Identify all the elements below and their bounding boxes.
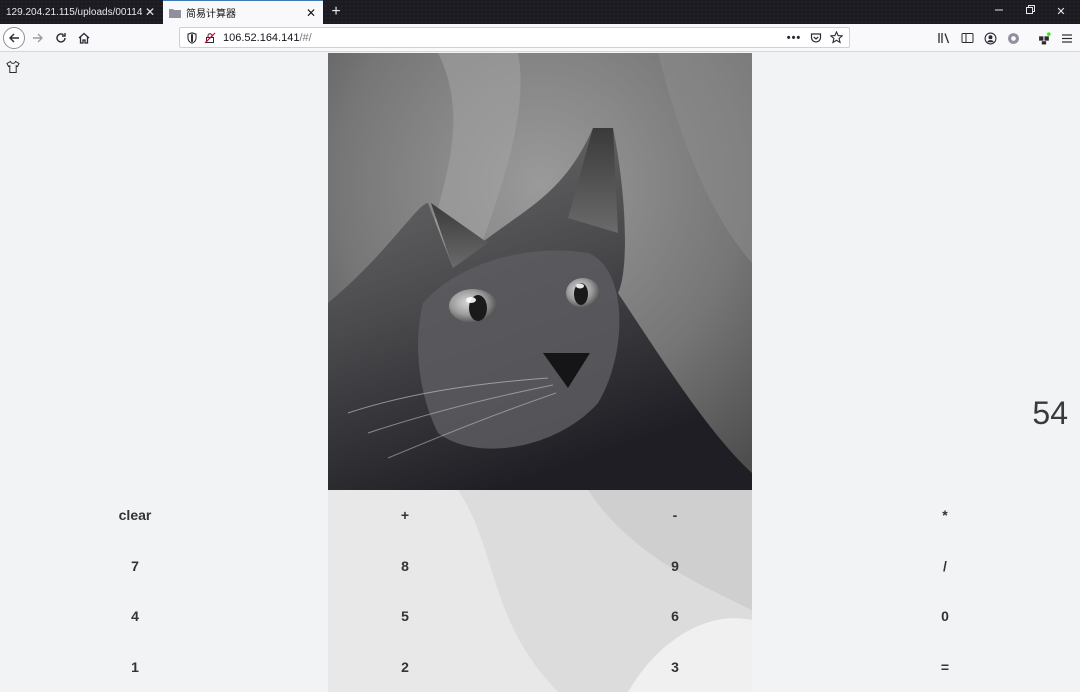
key-8[interactable]: 8	[270, 541, 540, 592]
key-4[interactable]: 4	[0, 591, 270, 642]
library-icon[interactable]	[935, 29, 953, 47]
page-actions-icon[interactable]: •••	[785, 29, 803, 46]
restore-icon[interactable]	[1015, 0, 1045, 24]
tab-close-icon[interactable]: ✕	[142, 5, 158, 19]
tab-title: 129.204.21.115/uploads/0011495	[6, 6, 142, 18]
tab-uploads[interactable]: 129.204.21.115/uploads/0011495 ✕	[0, 0, 162, 24]
key-plus[interactable]: +	[270, 490, 540, 541]
extension-globe-icon[interactable]	[1004, 29, 1022, 47]
extensions-puzzle-icon[interactable]	[1035, 29, 1053, 47]
tab-calculator[interactable]: 简易计算器 ✕	[163, 0, 323, 24]
url-path: /#/	[299, 31, 312, 44]
url-text: 106.52.164.141/#/	[223, 32, 312, 44]
tab-close-icon[interactable]: ✕	[303, 6, 319, 20]
minimize-icon[interactable]	[984, 0, 1014, 24]
key-2[interactable]: 2	[270, 642, 540, 692]
tshirt-icon[interactable]	[6, 60, 22, 76]
url-host: 106.52.164.141	[223, 31, 300, 44]
bookmark-star-icon[interactable]	[827, 29, 845, 46]
forward-arrow-icon[interactable]	[28, 28, 48, 48]
url-bar[interactable]: 106.52.164.141/#/ •••	[179, 27, 850, 48]
reload-icon[interactable]	[51, 28, 71, 48]
insecure-lock-icon[interactable]	[202, 32, 218, 44]
back-arrow-icon[interactable]	[3, 27, 25, 49]
close-window-icon[interactable]: ✕	[1046, 0, 1076, 24]
account-icon[interactable]	[981, 29, 999, 47]
key-7[interactable]: 7	[0, 541, 270, 592]
pocket-icon[interactable]	[807, 29, 825, 46]
folder-icon	[169, 8, 181, 18]
key-divide[interactable]: /	[810, 541, 1080, 592]
new-tab-button[interactable]: +	[327, 0, 345, 24]
nav-toolbar: 106.52.164.141/#/ •••	[0, 24, 1080, 52]
page-content: 54 clear + - * 7 8 9 / 4 5 6 0 1 2 3 =	[0, 52, 1080, 692]
key-multiply[interactable]: *	[810, 490, 1080, 541]
key-clear[interactable]: clear	[0, 490, 270, 541]
key-3[interactable]: 3	[540, 642, 810, 692]
tab-title: 简易计算器	[186, 9, 236, 20]
key-0[interactable]: 0	[810, 591, 1080, 642]
key-1[interactable]: 1	[0, 642, 270, 692]
key-minus[interactable]: -	[540, 490, 810, 541]
key-equals[interactable]: =	[810, 642, 1080, 692]
calculator-keypad: clear + - * 7 8 9 / 4 5 6 0 1 2 3 =	[0, 490, 1080, 692]
key-9[interactable]: 9	[540, 541, 810, 592]
key-5[interactable]: 5	[270, 591, 540, 642]
key-6[interactable]: 6	[540, 591, 810, 642]
tab-strip: 129.204.21.115/uploads/0011495 ✕ 简易计算器 ✕…	[0, 0, 1080, 24]
hamburger-menu-icon[interactable]	[1058, 29, 1076, 47]
calculator-display: 54	[1032, 395, 1068, 431]
cat-photo	[328, 53, 752, 490]
sidebar-icon[interactable]	[958, 29, 976, 47]
home-icon[interactable]	[74, 28, 94, 48]
tracking-shield-icon[interactable]	[184, 31, 200, 44]
